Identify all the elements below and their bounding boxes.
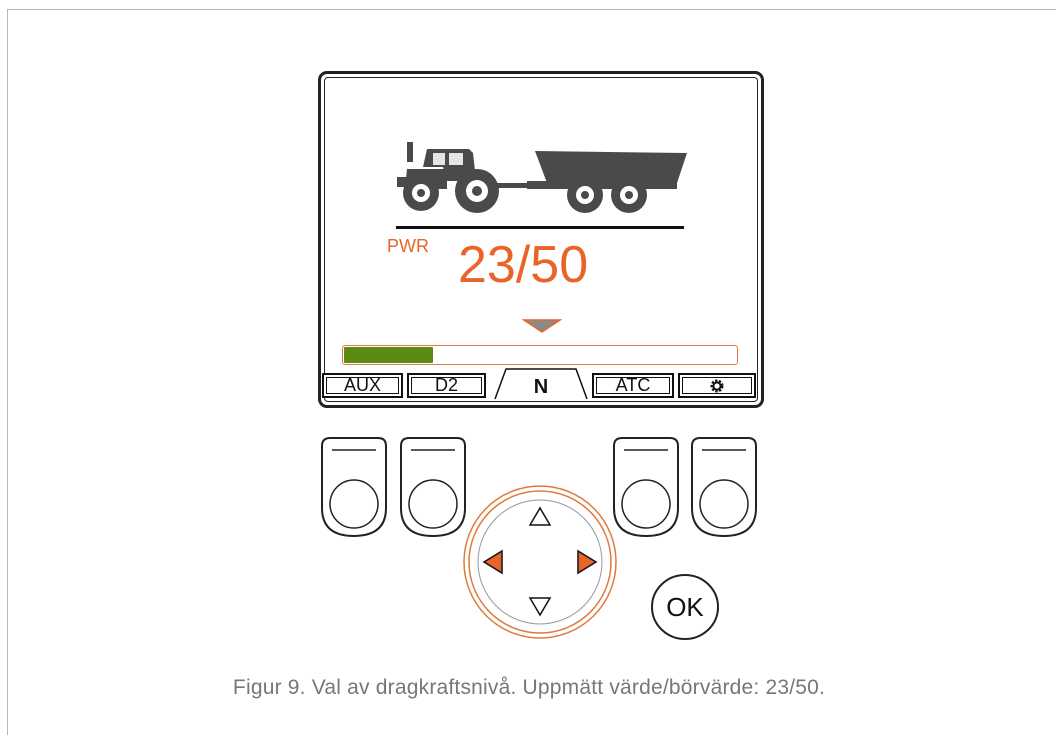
traction-level-bar xyxy=(342,345,738,365)
power-mode-label: PWR xyxy=(387,236,429,256)
softkey-aux-label: AUX xyxy=(343,375,381,395)
traction-level-fill xyxy=(344,347,433,363)
softkey-d2[interactable]: D2 xyxy=(407,373,486,398)
figure-caption: Figur 9. Val av dragkraftsnivå. Uppmätt … xyxy=(232,676,826,699)
direction-pad[interactable] xyxy=(462,484,618,640)
level-marker-icon xyxy=(522,319,562,333)
hardware-button-1[interactable] xyxy=(320,436,388,539)
display-divider xyxy=(396,226,684,229)
ok-button-label: OK xyxy=(666,592,704,622)
hardware-button-3[interactable] xyxy=(612,436,680,539)
traction-level-value: 23/50 xyxy=(458,236,589,294)
hardware-button-2[interactable] xyxy=(399,436,467,539)
softkey-atc[interactable]: ATC xyxy=(592,373,674,398)
softkey-neutral-label: N xyxy=(533,376,549,398)
ok-button[interactable]: OK xyxy=(650,573,720,641)
softkey-settings[interactable] xyxy=(678,373,756,398)
gear-icon xyxy=(710,379,724,392)
softkey-d2-label: D2 xyxy=(434,375,458,395)
tractor-trailer-icon xyxy=(397,142,687,213)
softkey-aux[interactable]: AUX xyxy=(322,373,403,398)
softkey-atc-label: ATC xyxy=(615,375,651,395)
softkey-neutral-tab[interactable]: N xyxy=(494,368,588,400)
hardware-button-4[interactable] xyxy=(690,436,758,539)
